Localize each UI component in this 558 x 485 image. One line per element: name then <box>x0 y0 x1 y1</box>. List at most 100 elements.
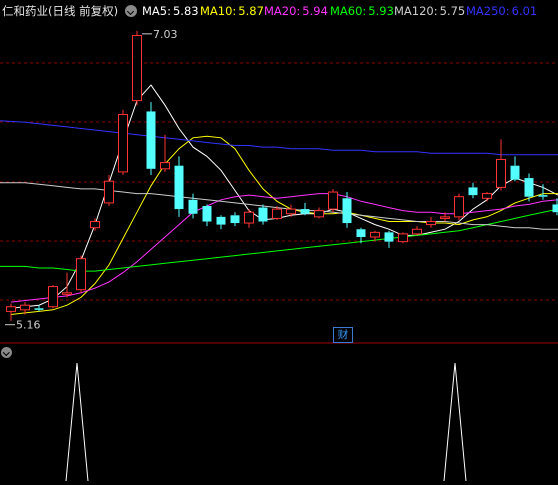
ma-value: 5.87 <box>238 4 264 18</box>
candle <box>49 285 58 308</box>
candle <box>427 217 436 228</box>
candle-body <box>133 36 142 101</box>
ma-legend-ma20: MA20:5.94 <box>264 0 328 22</box>
indicator-panel[interactable] <box>0 345 558 481</box>
candle <box>553 198 558 215</box>
candle-body <box>399 234 408 242</box>
candle-body <box>371 232 380 237</box>
candle <box>35 305 44 311</box>
candle-body <box>511 166 520 180</box>
indicator-chart[interactable] <box>0 345 558 481</box>
candle <box>385 231 394 248</box>
ma-value: 5.75 <box>440 4 466 18</box>
candle <box>7 304 16 321</box>
candle-body <box>63 293 72 295</box>
candle-body <box>483 194 492 199</box>
finance-badge[interactable]: 财 <box>333 327 353 343</box>
ma-label: MA250: <box>466 4 510 18</box>
candle-body <box>287 209 296 214</box>
signal-spike <box>444 363 466 481</box>
candle-body <box>245 212 254 223</box>
candle-body <box>7 307 16 312</box>
ma-label: MA20: <box>264 4 300 18</box>
candle <box>245 209 254 228</box>
candle-body <box>231 215 240 223</box>
ma250-line <box>0 121 558 155</box>
ma-legend-ma5: MA5:5.83 <box>142 0 199 22</box>
candle <box>119 110 128 175</box>
candle-body <box>147 111 156 168</box>
candle-body <box>35 308 44 310</box>
candle-body <box>217 217 226 225</box>
ma-value: 5.93 <box>368 4 394 18</box>
candle <box>175 156 184 216</box>
ma-value: 5.94 <box>302 4 328 18</box>
candle-body <box>455 197 464 217</box>
candle <box>161 135 170 172</box>
price-chart[interactable]: 7.03 5.16 <box>0 0 558 345</box>
candle-body <box>413 229 422 234</box>
ma-label: MA10: <box>200 4 236 18</box>
ma-label: MA60: <box>330 4 366 18</box>
low-price-label: 5.16 <box>16 319 41 332</box>
candle-body <box>553 204 558 212</box>
candle <box>147 102 156 175</box>
ma-legend-ma60: MA60:5.93 <box>330 0 394 22</box>
candle <box>203 204 212 226</box>
candle-body <box>189 200 198 214</box>
candle-body <box>441 217 450 219</box>
candle-body <box>203 206 212 222</box>
candle-body <box>385 232 394 241</box>
ma-legend-ma120: MA120:5.75 <box>394 0 465 22</box>
high-price-label: 7.03 <box>153 28 178 41</box>
candle <box>413 226 422 235</box>
candle <box>105 175 114 206</box>
candle-body <box>77 259 86 290</box>
candle <box>77 256 86 293</box>
candle-body <box>91 222 100 228</box>
ma-label: MA120: <box>394 4 438 18</box>
candle <box>217 215 226 229</box>
candle-body <box>427 222 436 225</box>
candle-body <box>497 160 506 188</box>
candle-body <box>469 187 478 195</box>
stock-title: 仁和药业(日线 前复权) <box>2 0 118 22</box>
chart-header: 仁和药业(日线 前复权) MA5:5.83MA10:5.87MA20:5.94M… <box>0 0 558 22</box>
candlestick-panel[interactable]: 7.035.16 仁和药业(日线 前复权) MA5:5.83MA10:5.87M… <box>0 0 558 345</box>
ma-value: 6.01 <box>512 4 538 18</box>
candle <box>301 203 310 215</box>
chevron-down-icon[interactable] <box>125 5 137 17</box>
candle-body <box>105 181 114 203</box>
candle-body <box>301 209 310 214</box>
candle <box>315 208 324 219</box>
candle-body <box>525 178 534 197</box>
candle <box>497 139 506 190</box>
candle-body <box>259 208 268 222</box>
candle <box>259 204 268 224</box>
candle-body <box>161 163 170 169</box>
candle <box>231 212 240 226</box>
candle <box>399 232 408 243</box>
candle-body <box>175 166 184 209</box>
candle-body <box>119 115 128 172</box>
signal-spike <box>66 363 88 481</box>
candle <box>133 31 142 105</box>
candle-body <box>357 229 366 237</box>
candle <box>469 183 478 199</box>
ma-value: 5.83 <box>173 4 199 18</box>
candle-body <box>49 287 58 307</box>
candle-body <box>539 195 548 197</box>
ma5-line <box>11 85 558 308</box>
candle-body <box>315 211 324 217</box>
collapse-toggle-icon[interactable] <box>1 347 12 358</box>
ma-legend-ma250: MA250:6.01 <box>466 0 537 22</box>
candle <box>91 218 100 230</box>
candle <box>511 156 520 181</box>
candle <box>63 273 72 298</box>
ma-label: MA5: <box>142 4 171 18</box>
candle-body <box>273 209 282 218</box>
ma-legend-ma10: MA10:5.87 <box>200 0 264 22</box>
candle <box>455 194 464 220</box>
candle <box>329 189 338 212</box>
candle-body <box>329 192 338 209</box>
